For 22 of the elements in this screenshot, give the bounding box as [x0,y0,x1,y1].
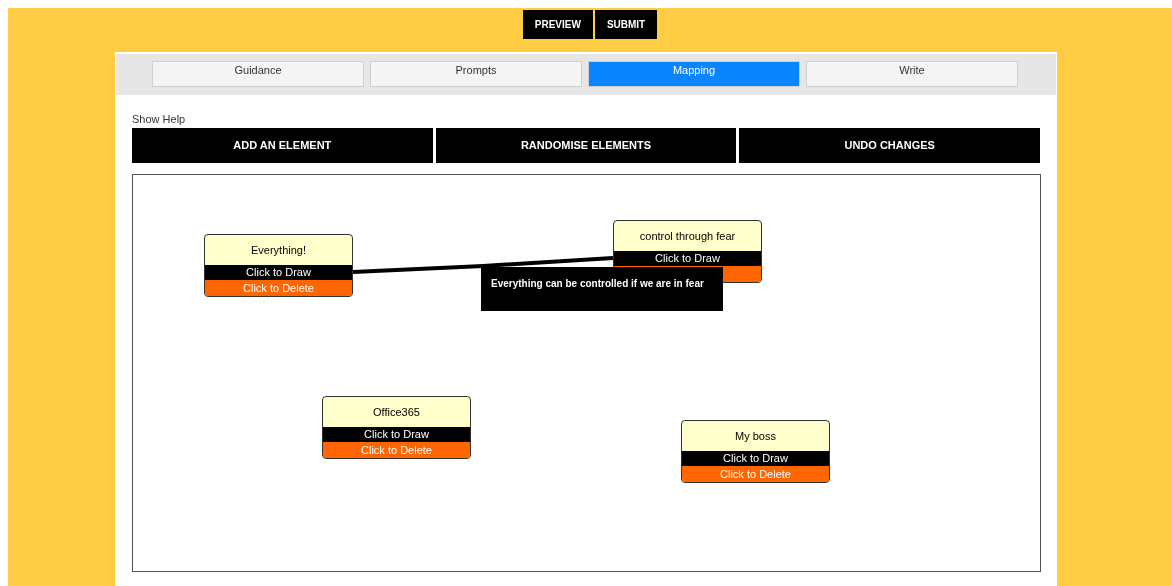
element-label: Office365 [373,404,420,420]
tab[interactable]: Guidance [152,61,364,87]
element-node[interactable]: Everything! Click to Draw Click to Delete [204,234,353,297]
tooltip: Everything can be controlled if we are in fear [481,267,723,311]
draw-button[interactable]: Click to Draw [205,265,352,280]
tab[interactable]: Prompts [370,61,582,87]
top-button[interactable]: SUBMIT [594,10,658,39]
element-label: Everything! [251,242,306,258]
action-button[interactable]: ADD AN ELEMENT [132,128,433,163]
element-label: control through fear [639,228,736,244]
tab[interactable]: Mapping [588,61,800,87]
action-button[interactable]: RANDOMISE ELEMENTS [435,128,737,163]
draw-button[interactable]: Click to Draw [614,251,761,266]
top-button[interactable]: PREVIEW [522,10,593,39]
element-node[interactable]: My boss Click to Draw Click to Delete [681,420,830,483]
element-node[interactable]: Office365 Click to Draw Click to Delete [322,396,471,459]
draw-button[interactable]: Click to Draw [323,427,470,442]
element-label: My boss [735,428,776,444]
show-help-link[interactable]: Show Help [132,113,186,125]
action-button[interactable]: UNDO CHANGES [739,128,1040,163]
draw-button[interactable]: Click to Draw [682,451,829,466]
tab[interactable]: Write [806,61,1018,87]
